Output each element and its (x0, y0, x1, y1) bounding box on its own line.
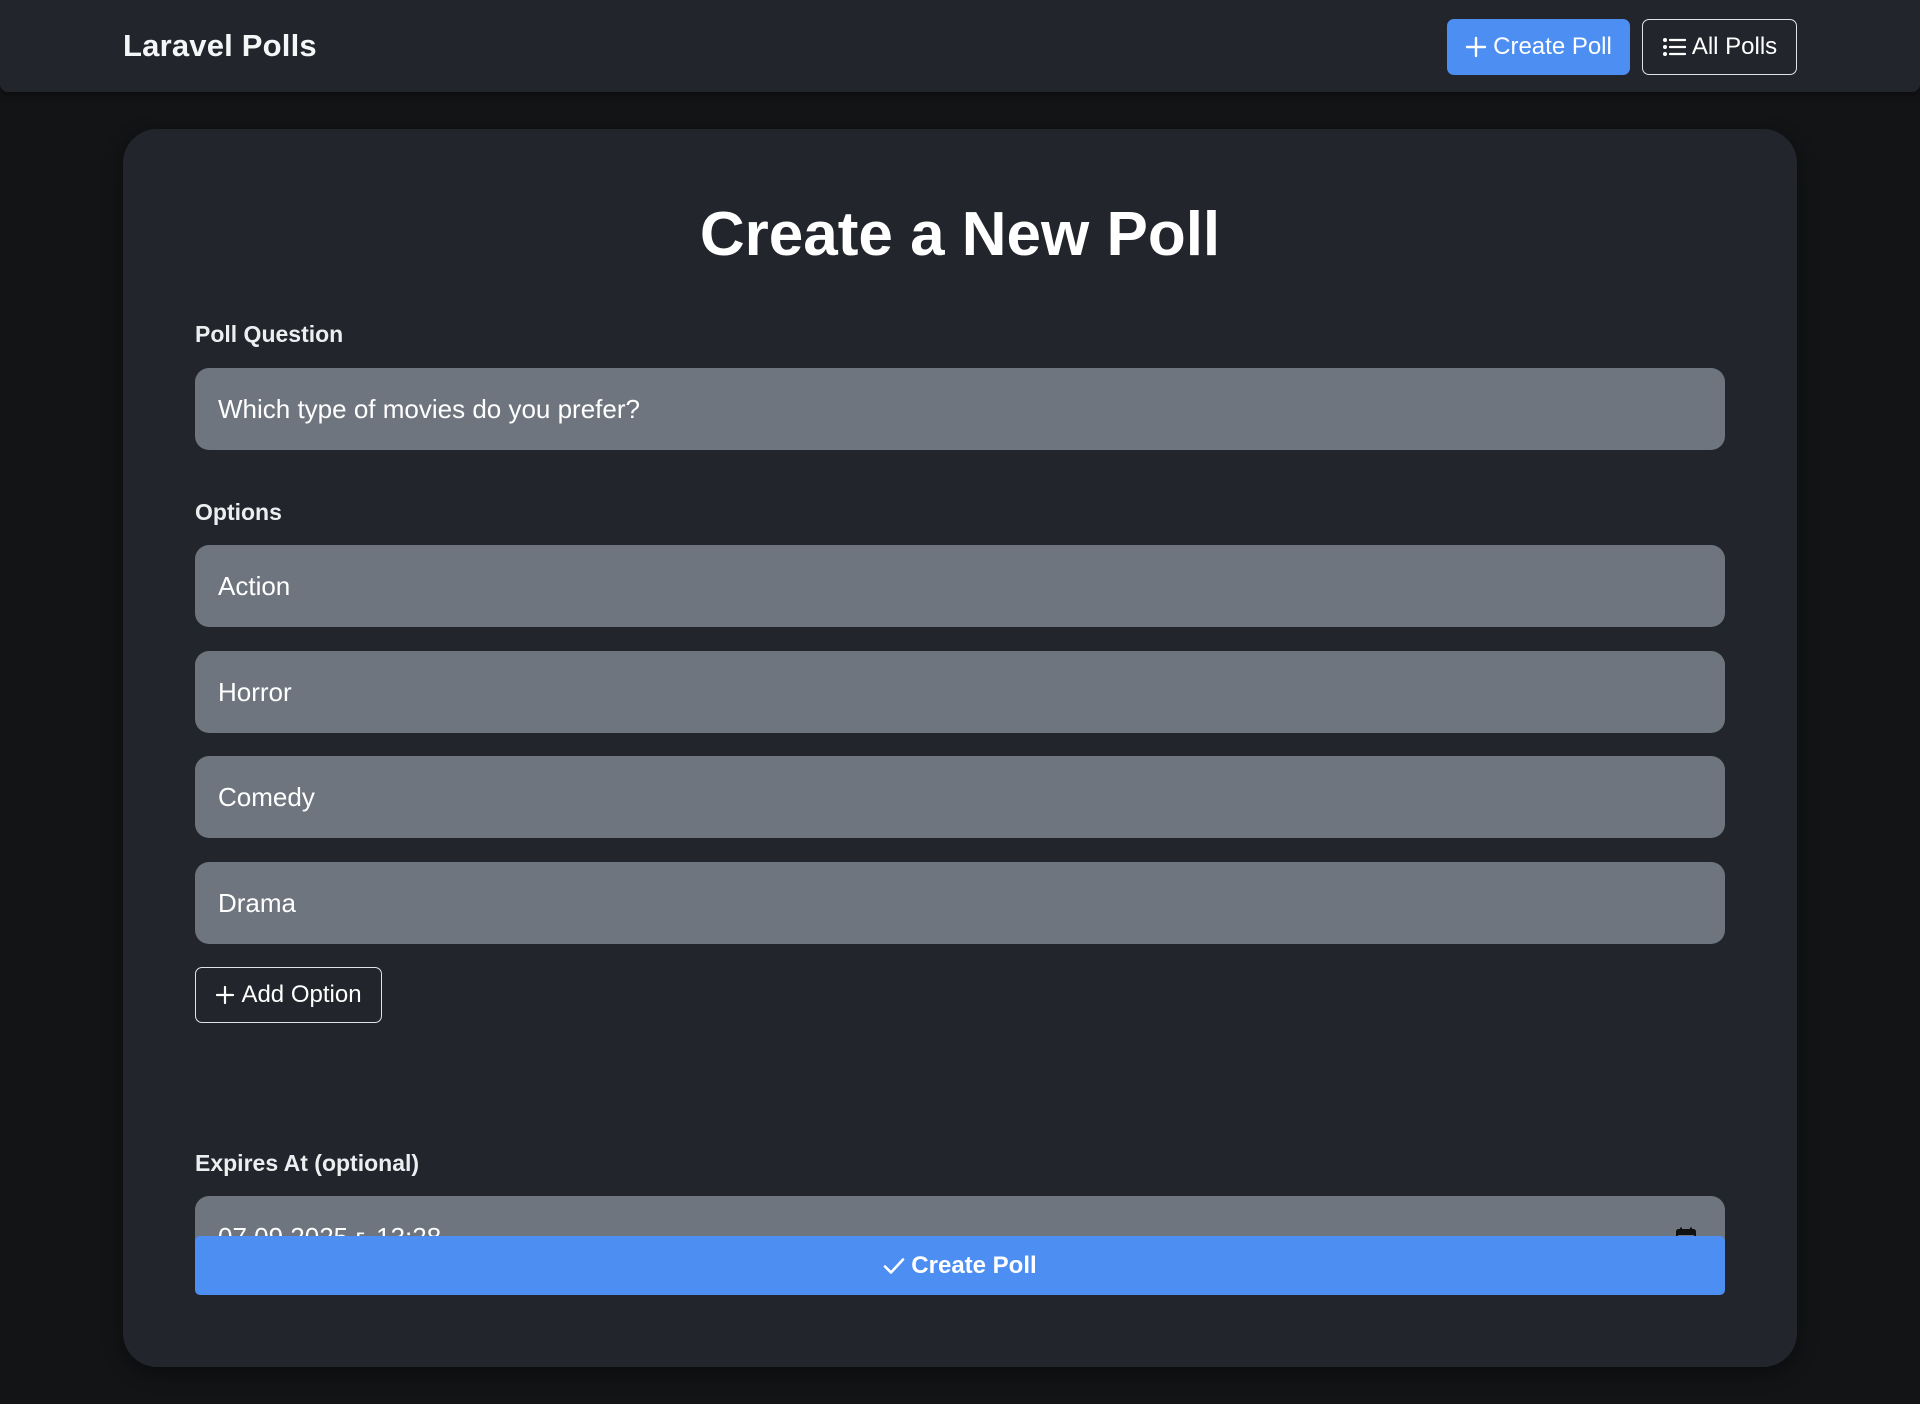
option-value: Drama (218, 887, 297, 918)
nav-all-polls-label: All Polls (1691, 33, 1778, 60)
option-input-1[interactable]: Action (195, 545, 1725, 627)
option-value: Action (218, 570, 291, 601)
option-value: Comedy (218, 781, 315, 812)
add-option-button[interactable]: Add Option (195, 967, 382, 1023)
option-value: Horror (218, 676, 292, 707)
list-icon (1662, 36, 1686, 58)
submit-create-poll-button[interactable]: Create Poll (195, 1236, 1725, 1295)
navbar: Laravel Polls Create Poll All Polls (0, 0, 1920, 92)
option-input-2[interactable]: Horror (195, 651, 1725, 733)
create-poll-card: Create a New Poll Poll Question Which ty… (123, 129, 1797, 1367)
plus-icon (215, 985, 235, 1005)
option-input-3[interactable]: Comedy (195, 756, 1725, 838)
nav-all-polls-button[interactable]: All Polls (1642, 19, 1797, 75)
check-icon (883, 1256, 905, 1276)
brand-logo[interactable]: Laravel Polls (123, 28, 317, 64)
poll-question-value: Which type of movies do you prefer? (218, 393, 640, 424)
add-option-label: Add Option (241, 981, 362, 1008)
page-title: Create a New Poll (699, 200, 1221, 269)
plus-icon (1465, 36, 1487, 58)
nav-create-poll-label: Create Poll (1493, 33, 1612, 60)
poll-question-label: Poll Question (195, 321, 344, 347)
poll-question-input[interactable]: Which type of movies do you prefer? (195, 368, 1725, 450)
submit-create-poll-label: Create Poll (911, 1251, 1037, 1279)
options-label: Options (195, 499, 282, 525)
option-input-4[interactable]: Drama (195, 862, 1725, 944)
nav-create-poll-button[interactable]: Create Poll (1447, 19, 1630, 75)
expires-at-label: Expires At (optional) (195, 1150, 420, 1176)
